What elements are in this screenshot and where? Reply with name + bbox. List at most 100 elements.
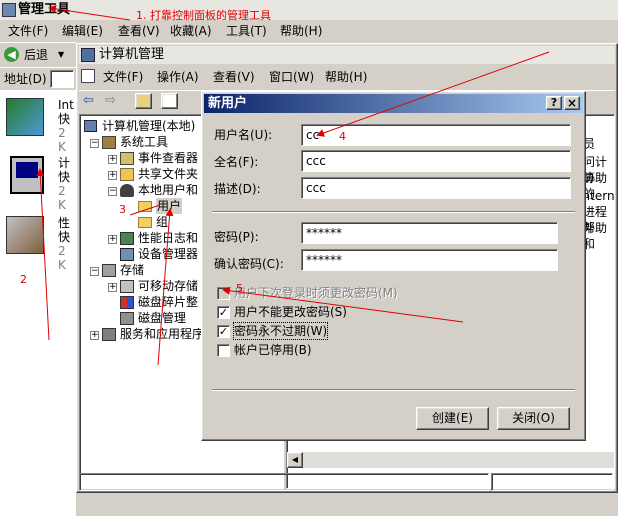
shared-folder-icon xyxy=(120,168,134,181)
menu-edit[interactable]: 编辑(E) xyxy=(58,21,107,41)
address-field-icon[interactable] xyxy=(50,70,74,88)
shortcut-performance-size: 2 K xyxy=(58,244,66,272)
tree-item-shared-folders[interactable]: 共享文件夹 xyxy=(138,166,198,182)
back-arrow-icon: ◀ xyxy=(4,47,19,62)
users-icon xyxy=(120,184,134,197)
tree-toggle-storage[interactable]: − xyxy=(90,267,99,276)
tree-item-event-viewer[interactable]: 事件查看器 xyxy=(138,150,198,166)
admin-tools-titlebar[interactable]: 管理工具 xyxy=(0,0,618,20)
tree-item-users[interactable]: 用户 xyxy=(156,198,183,214)
checkbox-cannot-change[interactable]: ✓ xyxy=(217,306,230,319)
group-divider-2 xyxy=(212,389,575,391)
tree-toggle-system-tools[interactable]: − xyxy=(90,139,99,148)
menu-help[interactable]: 帮助(H) xyxy=(276,21,326,41)
tree-toggle-removable[interactable]: + xyxy=(108,283,117,292)
tree-toggle-local-users[interactable]: − xyxy=(108,187,117,196)
removable-storage-icon xyxy=(120,280,134,293)
menu-tools[interactable]: 工具(T) xyxy=(222,21,271,41)
shortcut-performance-label: 性 xyxy=(58,216,71,230)
mmc-menu-action[interactable]: 操作(A) xyxy=(153,67,203,87)
back-dropdown-icon[interactable]: ▼ xyxy=(58,45,64,65)
tree-toggle-perf-logs[interactable]: + xyxy=(108,235,117,244)
annotation-step4: 4 xyxy=(339,130,346,143)
menu-file[interactable]: 文件(F) xyxy=(4,21,52,41)
shortcut-performance-sub: 快 xyxy=(58,230,71,244)
dialog-help-button[interactable]: ? xyxy=(546,96,562,110)
disk-management-icon xyxy=(120,312,134,325)
tree-item-disk-management[interactable]: 磁盘管理 xyxy=(138,310,186,326)
defrag-icon xyxy=(120,296,134,309)
mmc-menu-file[interactable]: 文件(F) xyxy=(99,67,147,87)
mmc-menu-help[interactable]: 帮助(H) xyxy=(321,67,371,87)
checkbox-must-change-label: 用户下次登录时须更改密码(M) xyxy=(234,286,398,300)
address-bar: 地址(D) xyxy=(0,67,76,89)
checkbox-disabled[interactable] xyxy=(217,344,230,357)
shortcut-computer-mgmt[interactable]: 计 快 2 K xyxy=(4,154,74,212)
mmc-menubar: 文件(F) 操作(A) 查看(V) 窗口(W) 帮助(H) xyxy=(79,67,615,87)
checkbox-cannot-change-label: 用户不能更改密码(S) xyxy=(234,305,347,319)
horizontal-scrollbar[interactable]: ◀ xyxy=(287,452,614,468)
admin-tools-menubar: 文件(F) 编辑(E) 查看(V) 收藏(A) 工具(T) 帮助(H) xyxy=(0,21,618,41)
checkbox-disabled-label: 帐户已停用(B) xyxy=(234,343,312,357)
mmc-menu-view[interactable]: 查看(V) xyxy=(209,67,259,87)
mmc-titlebar[interactable]: 计算机管理 xyxy=(79,46,615,64)
show-hide-tree-icon[interactable] xyxy=(161,93,178,109)
admin-tools-icon xyxy=(2,3,16,17)
tree-item-root[interactable]: 计算机管理(本地) xyxy=(102,118,195,134)
checkbox-must-change[interactable] xyxy=(217,287,230,300)
close-button[interactable]: 关闭(O) xyxy=(497,407,570,430)
annotation-step1: 1. 打靠控制面板的管理工具 xyxy=(136,9,271,22)
performance-icon xyxy=(120,232,134,245)
up-folder-icon[interactable] xyxy=(135,93,152,109)
confirm-password-field[interactable]: ****** xyxy=(301,249,558,271)
tree-toggle-shared-folders[interactable]: + xyxy=(108,171,117,180)
performance-tool-icon xyxy=(6,216,44,254)
password-field[interactable]: ****** xyxy=(301,222,558,244)
tree-item-services[interactable]: 服务和应用程序 xyxy=(120,326,204,342)
tree-item-system-tools[interactable]: 系统工具 xyxy=(120,134,168,150)
folder-groups-icon xyxy=(138,217,152,228)
password-label: 密码(P): xyxy=(214,230,259,244)
back-label: 后退 xyxy=(24,48,49,62)
back-button[interactable]: ◀ 后退 ▼ xyxy=(2,45,68,65)
event-viewer-icon xyxy=(120,152,134,165)
annotation-step2: 2 xyxy=(20,273,27,286)
tree-item-perf-logs[interactable]: 性能日志和 xyxy=(138,230,198,246)
mmc-statusbar xyxy=(79,473,615,491)
shortcut-computer-screen xyxy=(16,162,38,178)
fullname-label: 全名(F): xyxy=(214,155,259,169)
dialog-title: 新用户 xyxy=(208,96,248,111)
tree-item-removable-storage[interactable]: 可移动存储 xyxy=(138,278,198,294)
menu-favorites[interactable]: 收藏(A) xyxy=(166,21,216,41)
create-button[interactable]: 创建(E) xyxy=(416,407,489,430)
dialog-close-button[interactable]: × xyxy=(564,96,580,110)
description-field[interactable]: ccc xyxy=(301,177,571,199)
tree-item-defrag[interactable]: 磁盘碎片整 xyxy=(138,294,198,310)
shortcut-computer-size: 2 K xyxy=(58,184,66,212)
tree-item-device-manager[interactable]: 设备管理器 xyxy=(138,246,198,262)
mmc-menu-window[interactable]: 窗口(W) xyxy=(265,67,318,87)
device-manager-icon xyxy=(120,248,134,261)
shortcut-internet-label: Int xyxy=(58,98,74,112)
tree-item-local-users[interactable]: 本地用户和 xyxy=(138,182,198,198)
confirm-password-label: 确认密码(C): xyxy=(214,257,284,271)
nav-back-icon[interactable]: ⇦ xyxy=(83,93,94,109)
scroll-left-icon[interactable]: ◀ xyxy=(287,452,303,468)
shortcut-performance[interactable]: 性 快 2 K xyxy=(4,214,74,272)
tree-toggle-services[interactable]: + xyxy=(90,331,99,340)
shortcut-internet[interactable]: Int 快 2 K xyxy=(4,96,74,154)
admin-tools-title: 管理工具 xyxy=(18,2,71,17)
folder-users-icon xyxy=(138,201,152,212)
nav-forward-icon[interactable]: ⇨ xyxy=(105,93,116,109)
checkbox-never-expires[interactable]: ✓ xyxy=(217,325,230,338)
tree-toggle-event-viewer[interactable]: + xyxy=(108,155,117,164)
menu-view[interactable]: 查看(V) xyxy=(114,21,164,41)
dialog-titlebar[interactable]: 新用户 ? × xyxy=(204,94,583,113)
internet-services-icon xyxy=(6,98,44,136)
tree-item-groups[interactable]: 组 xyxy=(156,214,168,230)
tree-item-storage[interactable]: 存储 xyxy=(120,262,144,278)
mmc-icon xyxy=(81,48,95,62)
annotation-step5: 5 xyxy=(236,282,243,295)
fullname-field[interactable]: ccc xyxy=(301,150,571,172)
username-label: 用户名(U): xyxy=(214,128,273,142)
